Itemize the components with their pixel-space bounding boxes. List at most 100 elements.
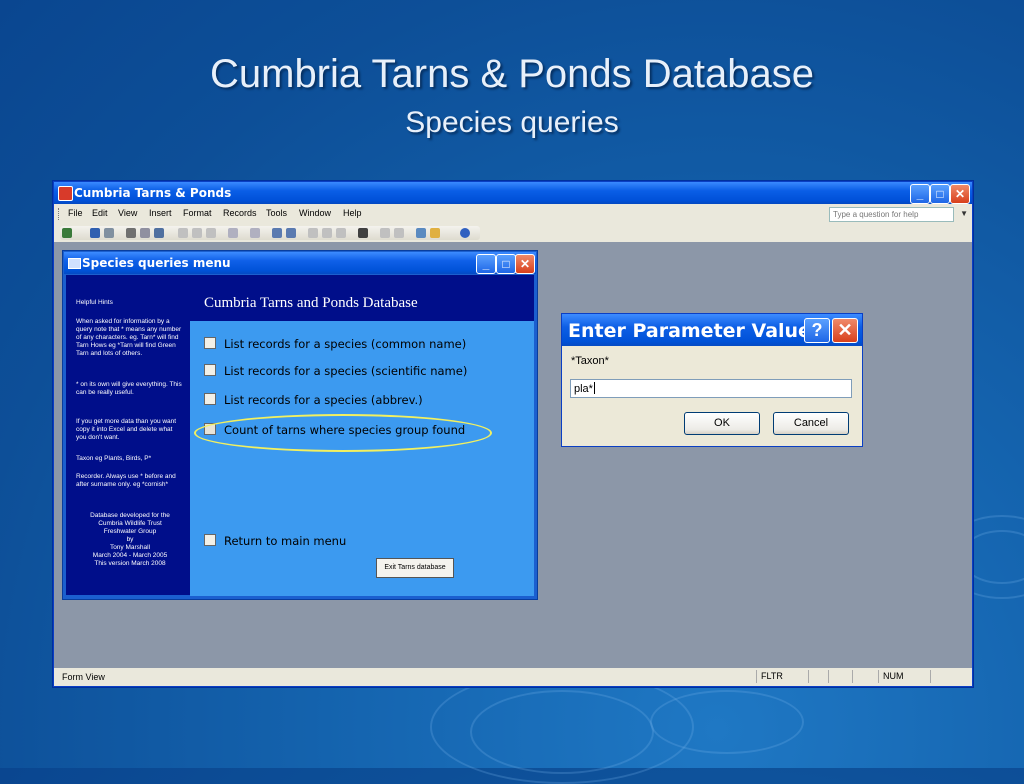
credits-line: This version March 2008 — [94, 560, 166, 567]
cut-icon[interactable] — [178, 228, 188, 238]
maximize-button[interactable]: □ — [930, 184, 950, 204]
menu-bar: File Edit View Insert Format Records Too… — [54, 204, 972, 224]
hint-text: Taxon eg Plants, Birds, P* — [76, 455, 152, 462]
credits-line: Cumbria Wildlife Trust — [98, 520, 162, 527]
credits-line: Tony Marshall — [109, 544, 151, 551]
app-title: Cumbria Tarns & Ponds — [74, 186, 232, 200]
dialog-titlebar[interactable]: Enter Parameter Value ? ✕ — [562, 314, 862, 346]
option-checkbox[interactable] — [204, 364, 216, 376]
undo-icon[interactable] — [228, 228, 238, 238]
species-queries-title: Species queries menu — [82, 256, 231, 270]
hyperlink-icon[interactable] — [250, 228, 260, 238]
sub-maximize-button[interactable]: □ — [496, 254, 516, 274]
database-window-icon[interactable] — [416, 228, 426, 238]
print-preview-icon[interactable] — [140, 228, 150, 238]
parameter-label: *Taxon* — [571, 355, 609, 367]
credits-line: Database developed for the — [90, 512, 170, 519]
cancel-button[interactable]: Cancel — [773, 412, 849, 435]
new-object-icon[interactable] — [430, 228, 440, 238]
ripple-decoration — [650, 690, 804, 754]
access-app-icon — [58, 186, 73, 201]
status-bar: Form View FLTR NUM — [54, 668, 972, 686]
species-queries-titlebar[interactable]: Species queries menu _ □ ✕ — [64, 252, 536, 274]
option-abbrev[interactable]: List records for a species (abbrev.) — [204, 393, 423, 407]
status-pane — [828, 670, 849, 683]
highlight-ellipse — [194, 414, 492, 452]
exit-database-button[interactable]: Exit Tarns database — [376, 558, 454, 578]
delete-record-icon[interactable] — [394, 228, 404, 238]
menu-records[interactable]: Records — [223, 208, 257, 218]
sub-close-button[interactable]: ✕ — [515, 254, 535, 274]
menu-edit[interactable]: Edit — [92, 208, 108, 218]
option-common-name[interactable]: List records for a species (common name) — [204, 337, 466, 351]
sort-descending-icon[interactable] — [286, 228, 296, 238]
hint-text: If you get more data than you want copy … — [76, 418, 177, 441]
paste-icon[interactable] — [206, 228, 216, 238]
credits-line: Freshwater Group — [103, 528, 157, 535]
slide-title: Cumbria Tarns & Ponds Database — [209, 52, 815, 96]
hint-text: Recorder. Always use * before and after … — [76, 473, 176, 488]
copy-icon[interactable] — [192, 228, 202, 238]
menu-help[interactable]: Help — [343, 208, 362, 218]
status-pane — [808, 670, 829, 683]
helpful-hints-panel: Helpful Hints When asked for information… — [66, 275, 190, 595]
status-pane-num: NUM — [878, 670, 931, 683]
form-icon — [68, 258, 81, 269]
app-titlebar[interactable]: Cumbria Tarns & Ponds _ □ ✕ — [54, 182, 972, 204]
menu-tools[interactable]: Tools — [266, 208, 287, 218]
help-search-input[interactable]: Type a question for help — [829, 207, 954, 222]
option-label: List records for a species (scientific n… — [224, 364, 468, 378]
help-dropdown-icon[interactable]: ▼ — [960, 209, 968, 218]
status-text: Form View — [62, 672, 105, 682]
enter-parameter-dialog: Enter Parameter Value ? ✕ *Taxon* pla* O… — [561, 313, 863, 447]
parameter-value: pla* — [574, 383, 593, 395]
filter-form-icon[interactable] — [322, 228, 332, 238]
text-caret — [593, 382, 595, 394]
option-label: List records for a species (abbrev.) — [224, 393, 423, 407]
ok-button[interactable]: OK — [684, 412, 760, 435]
credits-line: by — [126, 536, 134, 543]
status-pane — [930, 670, 955, 683]
hint-text: When asked for information by a query no… — [76, 318, 182, 357]
apply-filter-icon[interactable] — [336, 228, 346, 238]
hint-text: * on its own will give everything. This … — [76, 381, 182, 396]
minimize-button[interactable]: _ — [910, 184, 930, 204]
menu-insert[interactable]: Insert — [149, 208, 172, 218]
view-icon[interactable] — [62, 228, 72, 238]
option-scientific-name[interactable]: List records for a species (scientific n… — [204, 364, 467, 378]
print-icon[interactable] — [126, 228, 136, 238]
new-record-icon[interactable] — [380, 228, 390, 238]
hints-heading: Helpful Hints — [76, 299, 113, 306]
dialog-close-button[interactable]: ✕ — [832, 318, 858, 343]
sub-minimize-button[interactable]: _ — [476, 254, 496, 274]
option-return-main-menu[interactable]: Return to main menu — [204, 534, 346, 548]
menubar-grip — [58, 208, 62, 220]
parameter-input[interactable]: pla* — [570, 379, 852, 398]
menu-format[interactable]: Format — [183, 208, 212, 218]
menu-file[interactable]: File — [68, 208, 83, 218]
option-label: List records for a species (common name) — [224, 337, 467, 351]
option-checkbox[interactable] — [204, 393, 216, 405]
toolbar — [54, 224, 972, 242]
sort-ascending-icon[interactable] — [272, 228, 282, 238]
menu-view[interactable]: View — [118, 208, 137, 218]
status-pane — [852, 670, 877, 683]
option-checkbox[interactable] — [204, 534, 216, 546]
find-icon[interactable] — [358, 228, 368, 238]
slide-subtitle: Species queries — [405, 106, 619, 139]
credits-line: March 2004 - March 2005 — [92, 552, 168, 559]
dialog-help-button[interactable]: ? — [804, 318, 830, 343]
menu-window[interactable]: Window — [299, 208, 331, 218]
status-pane-fltr: FLTR — [756, 670, 805, 683]
toolbar-icons — [60, 226, 480, 240]
help-icon[interactable] — [460, 228, 470, 238]
spelling-icon[interactable] — [154, 228, 164, 238]
close-button[interactable]: ✕ — [950, 184, 970, 204]
form-header: Cumbria Tarns and Ponds Database — [190, 275, 534, 321]
dialog-title: Enter Parameter Value — [568, 320, 811, 342]
option-label: Return to main menu — [224, 534, 347, 548]
save-icon[interactable] — [90, 228, 100, 238]
option-checkbox[interactable] — [204, 337, 216, 349]
filter-selection-icon[interactable] — [308, 228, 318, 238]
search-icon[interactable] — [104, 228, 114, 238]
